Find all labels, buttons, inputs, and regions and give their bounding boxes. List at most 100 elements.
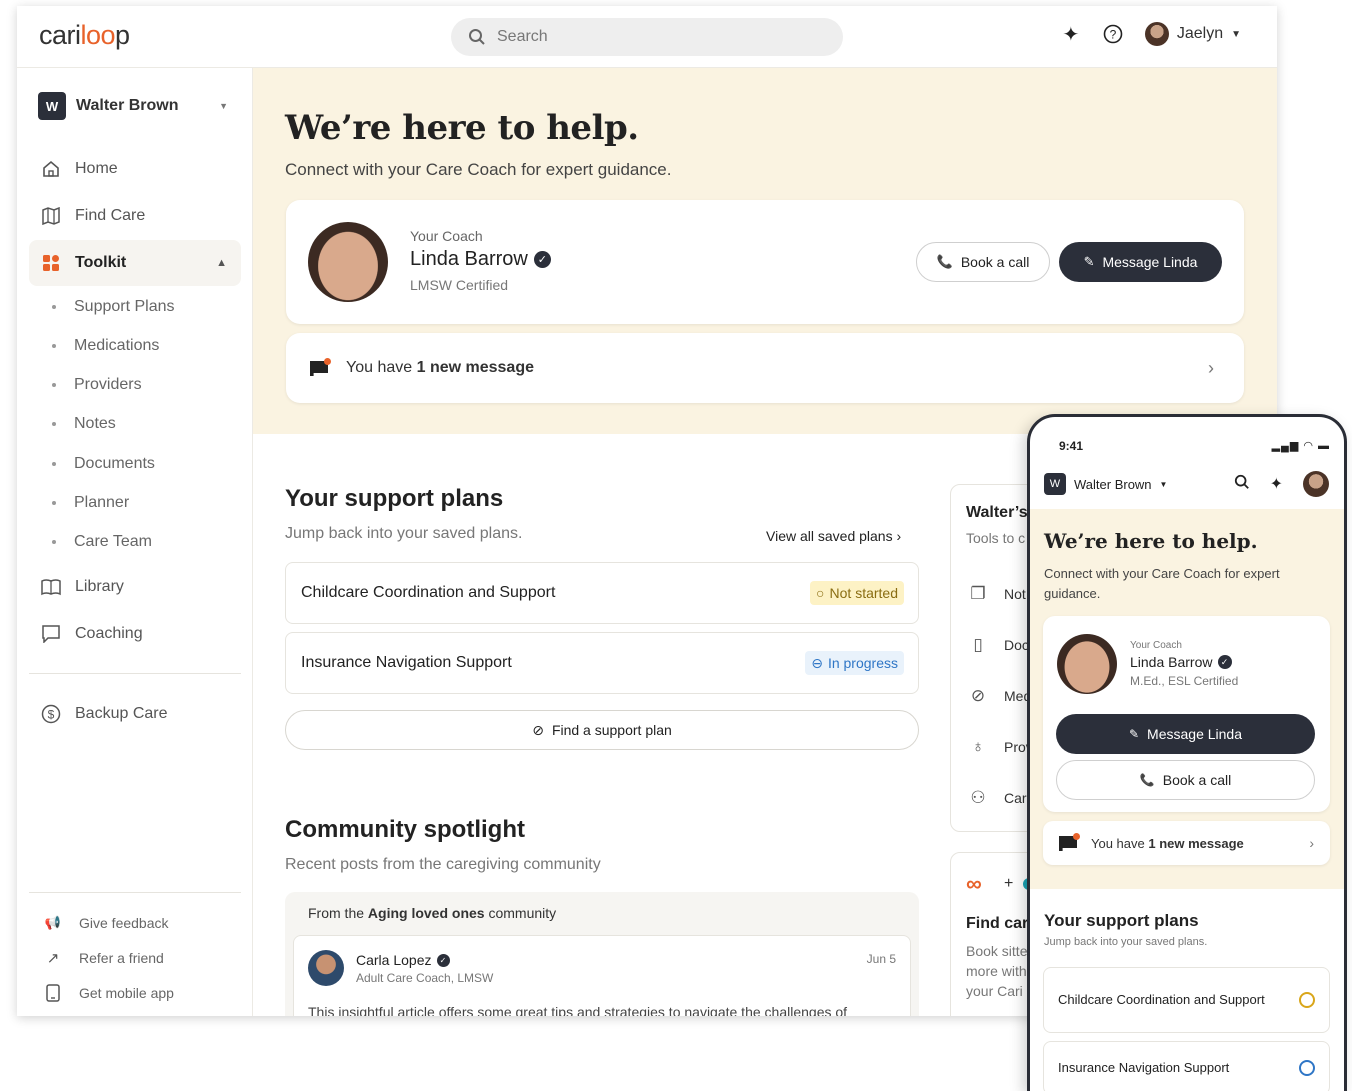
book-icon [41, 577, 61, 597]
plan-row[interactable]: Childcare Coordination and Support [1043, 967, 1330, 1033]
stethoscope-icon: ♁ [971, 737, 985, 756]
sidebar-item-label: Toolkit [75, 254, 127, 271]
bullet [52, 305, 56, 309]
tool-row-care-team[interactable]: ⚇ Care [968, 788, 1034, 808]
chevron-up-icon: ▲ [216, 257, 227, 269]
mobile-page-title: We’re here to help. [1044, 529, 1258, 553]
account-switcher[interactable]: W Walter Brown ▼ [38, 92, 228, 120]
sidebar-item-library[interactable]: Library [29, 564, 241, 610]
mobile-support-plans-subtitle: Jump back into your saved plans. [1044, 936, 1208, 948]
compose-icon: ✎ [1083, 254, 1095, 269]
support-plans-title: Your support plans [285, 485, 504, 512]
cariloop-mark-icon: ∞ [966, 871, 982, 896]
sidebar-item-home[interactable]: Home [29, 146, 241, 192]
search-icon[interactable] [1234, 474, 1250, 495]
sparkle-icon[interactable]: ✦ [1061, 24, 1081, 46]
plan-row[interactable]: Childcare Coordination and Support ○ Not … [285, 562, 919, 624]
bullet [52, 344, 56, 348]
button-label: Message Linda [1102, 254, 1198, 270]
sidebar-subitem-planner[interactable]: Planner [52, 494, 129, 512]
plan-row[interactable]: Insurance Navigation Support ⊖ In progres… [285, 632, 919, 694]
sidebar-subitem-care-team[interactable]: Care Team [52, 533, 152, 551]
message-coach-button[interactable]: ✎ Message Linda [1056, 714, 1315, 754]
sidebar-subitem-label: Notes [74, 415, 116, 432]
tool-row-notes[interactable]: ❐ Not [968, 584, 1025, 604]
post-excerpt: This insightful article offers some grea… [308, 1004, 848, 1016]
svg-text:$: $ [48, 708, 55, 722]
account-name: Walter Brown [1074, 476, 1152, 492]
coach-avatar [1057, 634, 1117, 694]
sidebar-footer-feedback[interactable]: 📢 Give feedback [43, 913, 169, 933]
book-call-button[interactable]: 📞 Book a call [916, 242, 1050, 282]
message-flag-icon [310, 358, 331, 377]
sparkle-icon[interactable]: ✦ [1270, 474, 1283, 494]
coach-meta: Your Coach Linda Barrow ✓ LMSW Certified [410, 228, 551, 293]
plan-row[interactable]: Insurance Navigation Support [1043, 1041, 1330, 1091]
mobile-coach-card: Your Coach Linda Barrow ✓ M.Ed., ESL Cer… [1043, 616, 1330, 812]
new-message-banner[interactable]: You have 1 new message › [286, 333, 1244, 403]
sidebar-item-coaching[interactable]: Coaching [29, 611, 241, 657]
status-badge: ⊖ In progress [805, 651, 904, 675]
chevron-right-icon: › [896, 528, 902, 544]
sidebar-subitem-providers[interactable]: Providers [52, 376, 142, 394]
user-menu[interactable]: Jaelyn ▼ [1144, 22, 1241, 46]
avatar[interactable] [1303, 471, 1329, 497]
status-time: 9:41 [1059, 439, 1084, 453]
home-icon [41, 159, 61, 179]
sidebar-subitem-documents[interactable]: Documents [52, 455, 155, 473]
sidebar-item-find-care[interactable]: Find Care [29, 193, 241, 239]
phone-call-icon: 📞 [936, 254, 953, 269]
circle-icon: ○ [816, 585, 825, 601]
map-icon [41, 206, 61, 226]
mobile-page-subtitle: Connect with your Care Coach for expert … [1044, 566, 1280, 601]
tools-subtitle: Tools to c [966, 530, 1026, 546]
compose-icon: ✎ [1128, 727, 1140, 741]
bullet [52, 540, 56, 544]
cariloop-logo[interactable]: cariloop [39, 20, 130, 51]
book-call-button[interactable]: 📞 Book a call [1056, 760, 1315, 800]
message-coach-button[interactable]: ✎ Message Linda [1059, 242, 1222, 282]
community-post[interactable]: Carla Lopez ✓ Adult Care Coach, LMSW Jun… [293, 935, 911, 1016]
account-initial-badge: W [38, 92, 66, 120]
avatar [1144, 22, 1169, 46]
button-label: Book a call [1162, 772, 1232, 788]
post-author: Carla Lopez [356, 952, 432, 968]
sidebar-footer-mobile-app[interactable]: Get mobile app [43, 983, 174, 1003]
bullet [52, 383, 56, 387]
coach-avatar [308, 222, 388, 302]
tool-row-providers[interactable]: ♁ Prov [968, 737, 1033, 757]
plan-name: Childcare Coordination and Support [1058, 992, 1265, 1007]
message-text: You have 1 new message [1091, 835, 1244, 851]
plan-name: Insurance Navigation Support [301, 654, 512, 671]
find-support-plan-button[interactable]: ⊘ Find a support plan [285, 710, 919, 750]
help-icon[interactable]: ? [1103, 24, 1123, 44]
footer-link-label: Refer a friend [79, 950, 164, 966]
megaphone-icon: 📢 [44, 915, 62, 930]
sidebar-subitem-medications[interactable]: Medications [52, 337, 159, 355]
search-input[interactable]: Search [451, 18, 843, 56]
sidebar-footer-refer[interactable]: ↗ Refer a friend [43, 948, 164, 968]
post-date: Jun 5 [866, 952, 896, 966]
button-label: Book a call [960, 254, 1030, 270]
sidebar-item-toolkit[interactable]: Toolkit ▲ [29, 240, 241, 286]
coach-label: Your Coach [1130, 640, 1182, 651]
view-all-plans-link[interactable]: View all saved plans › [766, 528, 901, 544]
team-icon: ⚇ [970, 788, 986, 807]
tool-row-medications[interactable]: ⊘ Med [968, 686, 1031, 706]
sidebar-subitem-notes[interactable]: Notes [52, 415, 116, 433]
divider [29, 892, 241, 893]
avatar [308, 950, 344, 986]
account-switcher[interactable]: W Walter Brown ▼ [1044, 473, 1167, 495]
sidebar-subitem-support-plans[interactable]: Support Plans [52, 298, 175, 316]
signal-wifi-battery-icon: ▂▄▆ ◠ ▬ [1271, 440, 1330, 452]
pill-icon: ⊘ [970, 686, 986, 705]
sidebar-subitem-label: Planner [74, 494, 130, 511]
mobile-hero: We’re here to help. Connect with your Ca… [1030, 509, 1344, 889]
new-message-banner[interactable]: You have 1 new message › [1043, 821, 1330, 865]
sidebar-item-backup-care[interactable]: $ Backup Care [29, 691, 241, 737]
plus-icon: + [1004, 875, 1014, 892]
not-started-icon [1299, 992, 1315, 1008]
notes-icon: ❐ [970, 584, 986, 603]
coach-name-row: Linda Barrow ✓ [1130, 654, 1232, 670]
tool-row-documents[interactable]: ▯ Doc [968, 635, 1029, 655]
